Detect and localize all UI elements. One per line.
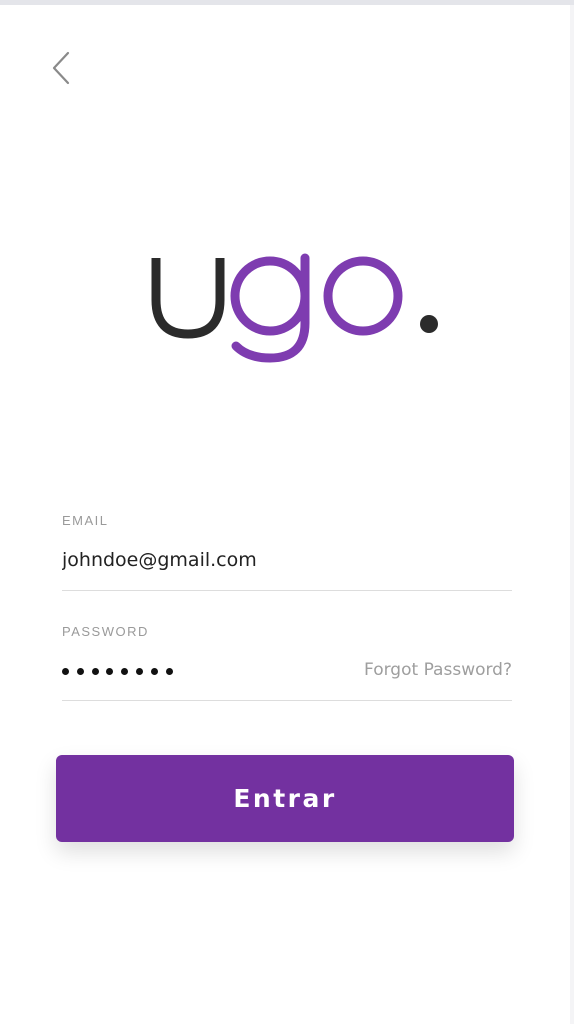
chevron-left-icon <box>52 51 70 85</box>
password-label: PASSWORD <box>62 624 149 639</box>
password-mask-dot <box>106 667 114 675</box>
forgot-password-link[interactable]: Forgot Password? <box>364 660 512 680</box>
ugo-logo <box>148 248 448 368</box>
email-field[interactable] <box>62 545 512 575</box>
password-mask-dot <box>62 667 69 675</box>
screen-edge <box>570 5 574 1024</box>
login-button[interactable]: Entrar <box>56 755 514 842</box>
back-button[interactable] <box>44 46 80 90</box>
email-label: EMAIL <box>62 513 109 528</box>
password-mask-dot <box>76 667 84 675</box>
password-mask-dot <box>121 667 129 675</box>
password-field[interactable] <box>62 661 173 681</box>
password-mask-dot <box>91 667 99 675</box>
password-mask-dot <box>150 667 158 675</box>
password-mask-dot <box>135 667 143 675</box>
password-underline <box>62 700 512 701</box>
password-mask-dot <box>165 667 173 675</box>
email-underline <box>62 590 512 591</box>
